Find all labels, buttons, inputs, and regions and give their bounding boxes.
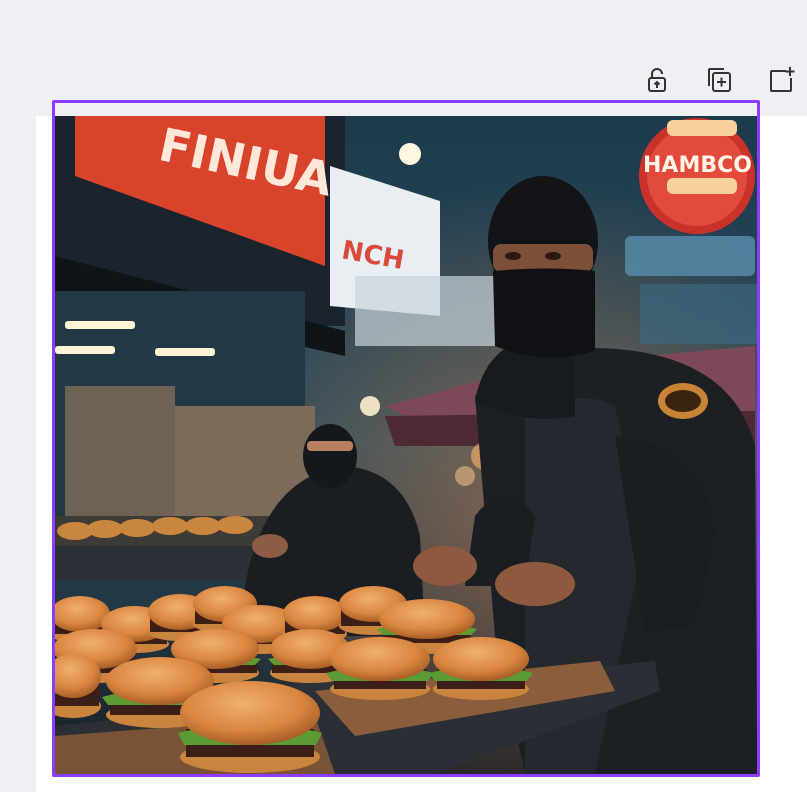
duplicate-page-button[interactable]	[699, 60, 739, 100]
lock-button[interactable]	[637, 60, 677, 100]
lock-icon	[648, 68, 666, 92]
add-page-button[interactable]	[761, 60, 801, 100]
selection-frame	[52, 100, 760, 777]
add-page-icon	[770, 67, 795, 92]
duplicate-page-icon	[708, 68, 731, 92]
page-toolbar	[637, 60, 801, 100]
